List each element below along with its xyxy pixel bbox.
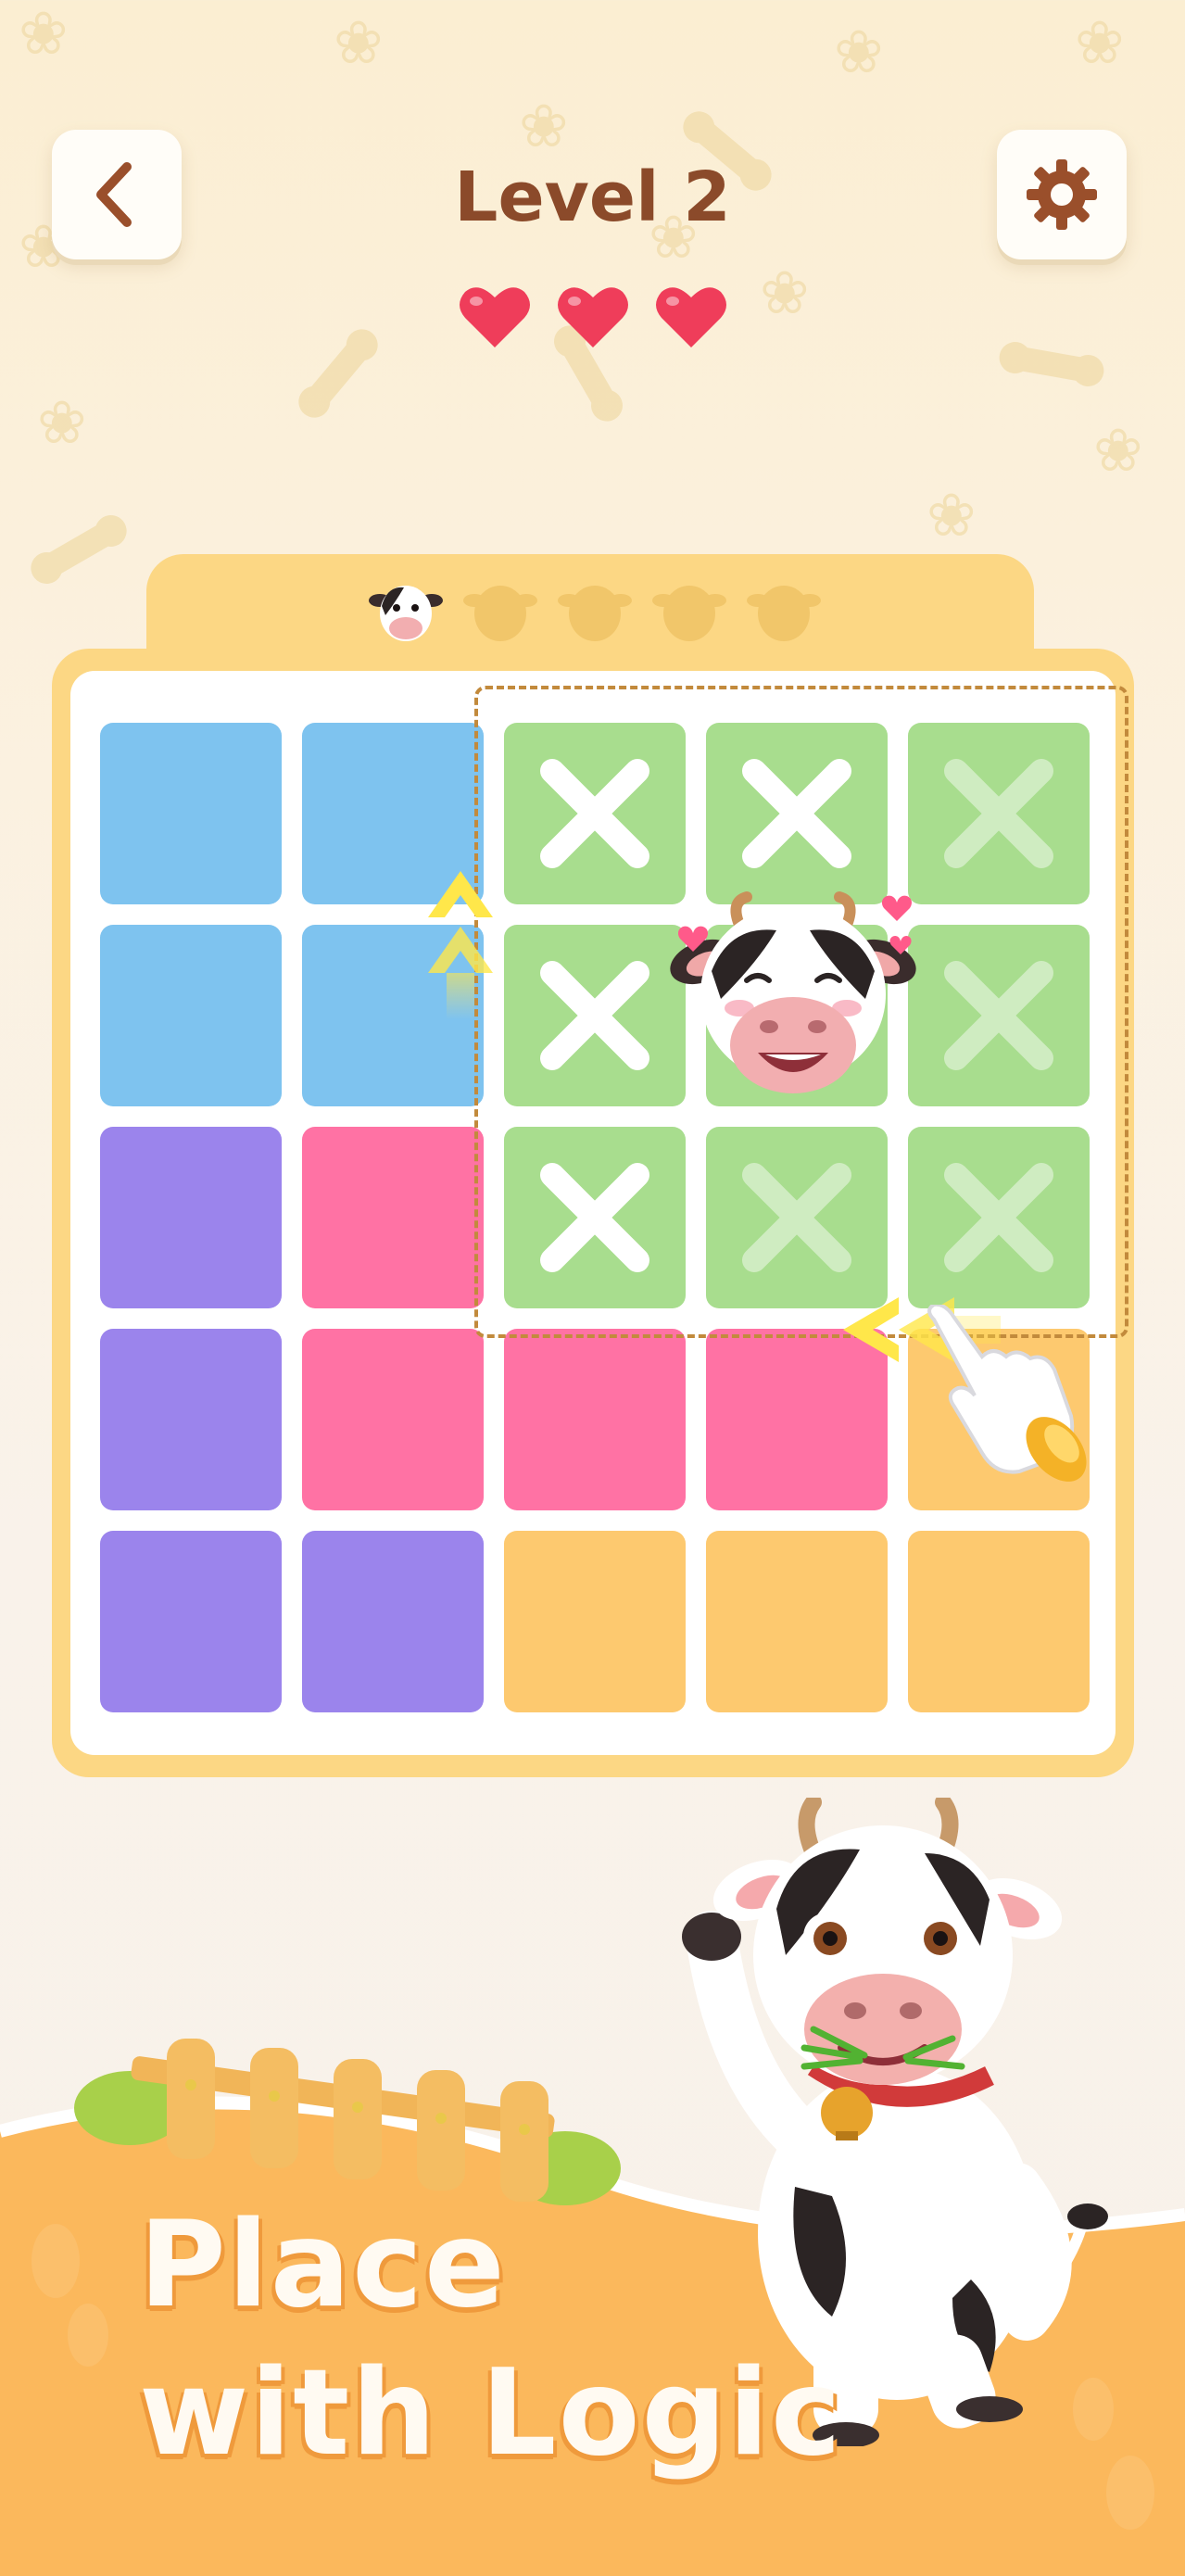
board-cell[interactable] — [100, 1531, 282, 1712]
board-cell[interactable] — [302, 1329, 484, 1510]
board-cell[interactable] — [100, 1127, 282, 1308]
cow-progress-empty-icon — [463, 575, 537, 649]
heart-icon — [655, 287, 726, 347]
cow-progress — [369, 575, 821, 649]
cow-progress-empty-icon — [747, 575, 821, 649]
slogan-line-2: with Logic — [139, 2344, 843, 2482]
board-cell[interactable] — [100, 1329, 282, 1510]
board-cell[interactable] — [504, 1531, 686, 1712]
board-cell[interactable] — [100, 925, 282, 1106]
board-cell[interactable] — [302, 1531, 484, 1712]
fence-decoration — [74, 2039, 621, 2205]
cow-piece[interactable] — [665, 888, 921, 1119]
cow-progress-collected-icon — [369, 575, 443, 649]
board-cell[interactable] — [504, 1329, 686, 1510]
board-cell[interactable] — [706, 1531, 888, 1712]
up-arrow-hint-icon — [428, 871, 493, 1019]
lives-indicator — [0, 283, 1185, 349]
board-cell[interactable] — [100, 723, 282, 904]
cow-progress-empty-icon — [652, 575, 726, 649]
pointer-hand-icon — [927, 1305, 1087, 1482]
heart-icon — [459, 287, 530, 347]
heart-icon — [557, 287, 628, 347]
cow-progress-empty-icon — [558, 575, 632, 649]
board-cell[interactable] — [302, 1127, 484, 1308]
board-cell[interactable] — [908, 1531, 1090, 1712]
level-title: Level 2 — [454, 158, 731, 237]
slogan-line-1: Place — [139, 2196, 507, 2334]
